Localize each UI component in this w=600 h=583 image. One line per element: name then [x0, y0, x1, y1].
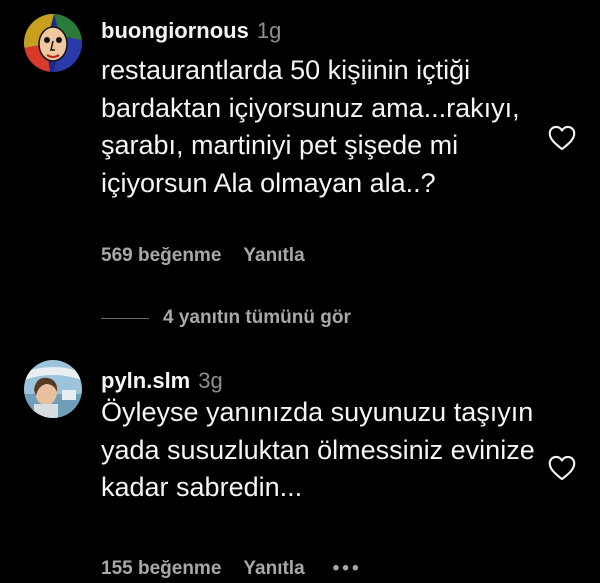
- heart-outline-icon[interactable]: [548, 125, 576, 151]
- more-options-icon[interactable]: •••: [333, 558, 362, 579]
- abstract-face-avatar-icon: [24, 14, 82, 72]
- username[interactable]: buongiornous: [101, 18, 249, 43]
- like-count[interactable]: 569 beğenme: [101, 245, 221, 266]
- reply-button[interactable]: Yanıtla: [243, 245, 304, 266]
- divider-line: [101, 317, 149, 319]
- avatar[interactable]: [24, 14, 82, 72]
- timestamp: 3g: [198, 368, 223, 393]
- view-replies-label: 4 yanıtın tümünü gör: [163, 307, 351, 328]
- view-replies-button[interactable]: 4 yanıtın tümünü gör: [101, 307, 351, 331]
- like-count[interactable]: 155 beğenme: [101, 558, 221, 579]
- comment-actions: 569 beğenme Yanıtla: [101, 244, 327, 268]
- heart-outline-icon[interactable]: [548, 455, 576, 481]
- username[interactable]: pyln.slm: [101, 368, 190, 393]
- comment-text: restaurantlarda 50 kişiinin içtiği barda…: [101, 55, 520, 198]
- timestamp: 1g: [256, 18, 282, 43]
- comment-header: buongiornous 1g: [101, 18, 281, 44]
- comment-header: pyln.slm 3g: [101, 368, 223, 394]
- comment-text: Öyleyse yanınızda suyunuzu taşıyın yada …: [101, 397, 535, 502]
- profile-photo-avatar-icon: [24, 360, 82, 418]
- reply-button[interactable]: Yanıtla: [243, 558, 304, 579]
- comment-actions: 155 beğenme Yanıtla •••: [101, 557, 384, 581]
- avatar[interactable]: [24, 360, 82, 418]
